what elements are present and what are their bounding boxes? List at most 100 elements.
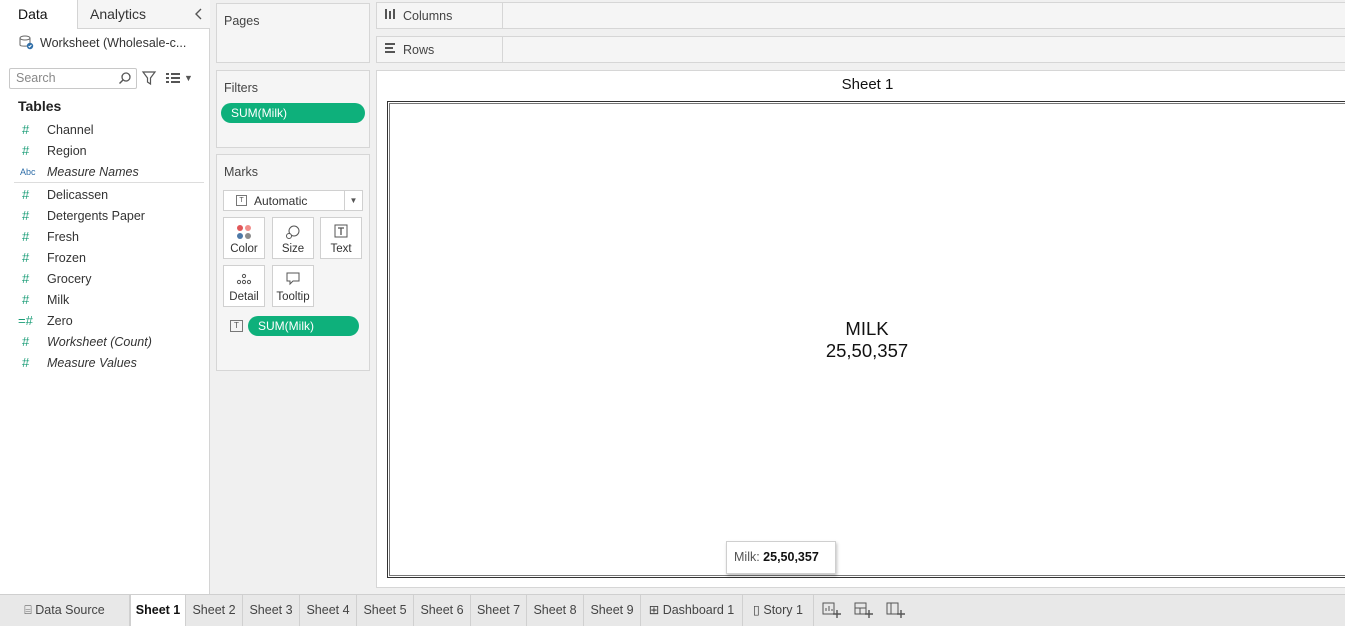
datasource-row[interactable]: Worksheet (Wholesale-c... xyxy=(18,33,186,53)
chevron-down-icon: ▼ xyxy=(344,191,362,210)
field-label: Delicassen xyxy=(47,187,109,202)
story-icon: ▯ xyxy=(753,603,760,617)
field-fresh[interactable]: # Fresh xyxy=(0,226,205,247)
text-mark-icon: T xyxy=(236,195,247,206)
field-label: Milk xyxy=(47,292,70,307)
number-field-icon: # xyxy=(22,208,30,223)
mark-pill-sum-milk[interactable]: SUM(Milk) xyxy=(248,316,359,336)
dashboard-icon: ⊞ xyxy=(648,603,660,617)
divider xyxy=(14,182,204,183)
mark-label-value: 25,50,357 xyxy=(825,340,909,361)
sheet-title[interactable]: Sheet 1 xyxy=(376,76,1345,93)
mark-type-dropdown[interactable]: T Automatic ▼ xyxy=(223,190,363,211)
tooltip-icon xyxy=(273,266,313,288)
view-options-icon[interactable]: ▼ xyxy=(166,70,196,86)
rows-icon xyxy=(384,42,396,57)
tab-label: Dashboard 1 xyxy=(662,603,735,617)
columns-shelf-label: Columns xyxy=(377,3,503,28)
tab-sheet-7[interactable]: Sheet 7 xyxy=(471,595,527,626)
number-field-icon: # xyxy=(22,271,30,286)
tab-sheet-5[interactable]: Sheet 5 xyxy=(357,595,414,626)
string-field-icon: Abc xyxy=(20,166,36,177)
rows-shelf[interactable]: Rows xyxy=(376,36,1345,63)
tab-sheet-4[interactable]: Sheet 4 xyxy=(300,595,357,626)
columns-label: Columns xyxy=(403,8,453,23)
size-icon xyxy=(273,218,313,240)
text-label: Text xyxy=(330,243,352,255)
field-label: Worksheet (Count) xyxy=(47,334,152,349)
rows-shelf-label: Rows xyxy=(377,37,503,62)
tables-heading: Tables xyxy=(18,98,62,114)
field-worksheet-count[interactable]: # Worksheet (Count) xyxy=(0,331,205,352)
marks-detail-button[interactable]: Detail xyxy=(223,265,265,307)
tab-dashboard-1[interactable]: ⊞ Dashboard 1 xyxy=(641,595,743,626)
field-label: Region xyxy=(47,143,87,158)
field-label: Frozen xyxy=(47,250,86,265)
field-label: Channel xyxy=(47,122,94,137)
detail-label: Detail xyxy=(229,291,259,303)
mark-tooltip: Milk: 25,50,357 xyxy=(726,541,836,574)
text-icon xyxy=(321,218,361,240)
number-field-icon: # xyxy=(22,229,30,244)
text-mark[interactable]: MILK 25,50,357 xyxy=(767,318,967,362)
tab-sheet-1[interactable]: Sheet 1 xyxy=(130,595,186,626)
tab-sheet-6[interactable]: Sheet 6 xyxy=(414,595,471,626)
field-milk[interactable]: # Milk xyxy=(0,289,205,310)
calculated-field-icon: =# xyxy=(18,313,33,328)
rows-label: Rows xyxy=(403,42,435,57)
marks-color-button[interactable]: Color xyxy=(223,217,265,259)
marks-card: Marks xyxy=(216,154,370,371)
tab-data-source[interactable]: ⌸ Data Source xyxy=(0,595,130,626)
field-zero[interactable]: =# Zero xyxy=(0,310,205,331)
field-detergents-paper[interactable]: # Detergents Paper xyxy=(0,205,205,226)
tab-analytics[interactable]: Analytics xyxy=(78,0,210,29)
marks-size-button[interactable]: Size xyxy=(272,217,314,259)
new-dashboard-icon[interactable] xyxy=(852,599,878,621)
size-label: Size xyxy=(281,243,305,255)
mark-label-title: MILK xyxy=(845,318,889,339)
text-encoding-icon[interactable]: T xyxy=(230,320,243,332)
pages-title: Pages xyxy=(224,14,260,28)
marks-tooltip-button[interactable]: Tooltip xyxy=(272,265,314,307)
tab-story-1[interactable]: ▯ Story 1 xyxy=(743,595,814,626)
field-label: Measure Values xyxy=(47,355,137,370)
filter-pill-sum-milk[interactable]: SUM(Milk) xyxy=(221,103,365,123)
tab-sheet-8[interactable]: Sheet 8 xyxy=(527,595,584,626)
marks-text-button[interactable]: Text xyxy=(320,217,362,259)
filters-title: Filters xyxy=(224,81,259,95)
data-pane: Data Analytics Worksheet (Wholesale-c...… xyxy=(0,0,210,594)
tab-data[interactable]: Data xyxy=(0,0,78,29)
number-field-icon: # xyxy=(22,334,30,349)
tooltip-field-label: Milk: xyxy=(734,550,764,564)
tab-label: Story 1 xyxy=(763,603,803,617)
filter-icon[interactable] xyxy=(141,70,157,86)
datasource-icon xyxy=(18,34,34,53)
field-delicassen[interactable]: # Delicassen xyxy=(0,184,205,205)
tab-sheet-2[interactable]: Sheet 2 xyxy=(186,595,243,626)
field-measure-names[interactable]: Abc Measure Names xyxy=(0,161,205,182)
datasource-icon: ⌸ xyxy=(24,603,32,617)
field-measure-values[interactable]: # Measure Values xyxy=(0,352,205,373)
tooltip-label: Tooltip xyxy=(276,291,310,303)
new-story-icon[interactable] xyxy=(884,599,910,621)
tab-sheet-3[interactable]: Sheet 3 xyxy=(243,595,300,626)
number-field-icon: # xyxy=(22,122,30,137)
field-label: Zero xyxy=(47,313,73,328)
columns-shelf[interactable]: Columns xyxy=(376,2,1345,29)
color-label: Color xyxy=(230,243,258,255)
pages-card[interactable]: Pages xyxy=(216,3,370,63)
collapse-pane-icon[interactable] xyxy=(192,6,206,22)
field-grocery[interactable]: # Grocery xyxy=(0,268,205,289)
tab-sheet-9[interactable]: Sheet 9 xyxy=(584,595,641,626)
new-worksheet-icon[interactable] xyxy=(820,599,846,621)
field-channel[interactable]: # Channel xyxy=(0,119,205,140)
color-icon xyxy=(224,218,264,240)
number-field-icon: # xyxy=(22,355,30,370)
number-field-icon: # xyxy=(22,292,30,307)
sheet-tab-bar: ⌸ Data Source Sheet 1 Sheet 2 Sheet 3 Sh… xyxy=(0,594,1345,626)
detail-icon xyxy=(224,266,264,288)
tab-label: Data Source xyxy=(35,603,105,617)
number-field-icon: # xyxy=(22,187,30,202)
field-frozen[interactable]: # Frozen xyxy=(0,247,205,268)
field-region[interactable]: # Region xyxy=(0,140,205,161)
